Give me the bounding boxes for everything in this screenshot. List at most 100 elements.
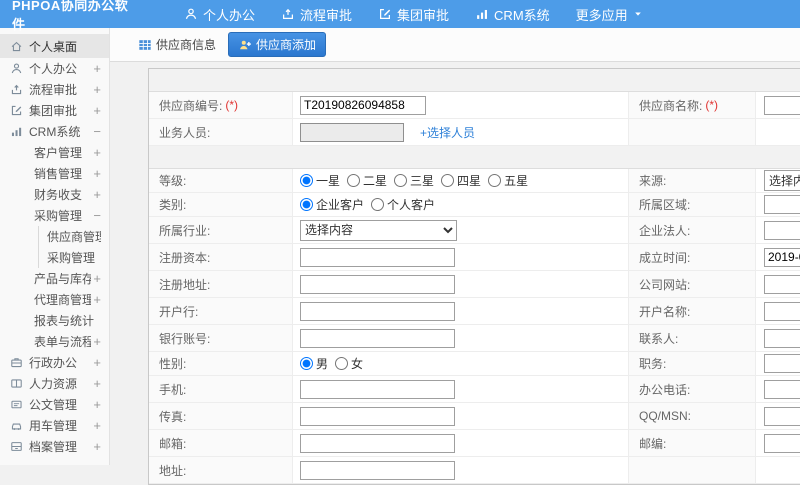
postcode-input[interactable] — [764, 434, 800, 453]
address-input[interactable] — [300, 461, 455, 480]
collapse-minus-icon[interactable]: − — [93, 124, 101, 139]
sidebar-item-0[interactable]: 个人桌面 — [0, 34, 109, 58]
expand-plus-icon[interactable]: + — [93, 271, 101, 286]
sidebar-item-17[interactable]: 公文管理+ — [0, 394, 109, 415]
nav-item-4[interactable]: 更多应用 — [576, 5, 643, 24]
sidebar-item-6[interactable]: 销售管理+ — [0, 163, 109, 184]
grade-radio-3[interactable]: 四星 — [441, 172, 481, 189]
sidebar-item-18[interactable]: 用车管理+ — [0, 415, 109, 436]
sidebar-item-13[interactable]: 报表与统计 — [0, 310, 109, 331]
contact-input[interactable] — [764, 329, 800, 348]
expand-plus-icon[interactable]: + — [93, 61, 101, 76]
expand-plus-icon[interactable]: + — [93, 334, 101, 349]
sidebar-item-9[interactable]: 供应商管理 — [38, 226, 109, 247]
nav-item-label: 集团审批 — [397, 5, 449, 24]
sidebar-item-7[interactable]: 财务收支+ — [0, 184, 109, 205]
expand-plus-icon[interactable]: + — [93, 145, 101, 160]
sidebar-item-11[interactable]: 产品与库存+ — [0, 268, 109, 289]
registered-capital-input[interactable] — [300, 248, 455, 267]
tab-0[interactable]: 供应商信息 — [134, 33, 220, 56]
nav-item-3[interactable]: CRM系统 — [475, 5, 550, 24]
sidebar-item-16[interactable]: 人力资源+ — [0, 373, 109, 394]
grade-radio-input[interactable] — [394, 174, 407, 187]
sidebar-item-8[interactable]: 采购管理− — [0, 205, 109, 226]
sidebar-item-label: CRM系统 — [29, 123, 91, 140]
office-phone-input[interactable] — [764, 380, 800, 399]
grade-radio-4[interactable]: 五星 — [488, 172, 528, 189]
position-input[interactable] — [764, 354, 800, 373]
expand-plus-icon[interactable]: + — [93, 355, 101, 370]
gender-radio-input[interactable] — [335, 357, 348, 370]
grade-radio-input[interactable] — [347, 174, 360, 187]
bank-input[interactable] — [300, 302, 455, 321]
industry-select[interactable]: 选择内容 — [300, 220, 457, 241]
legal-person-input[interactable] — [764, 221, 800, 240]
tab-1[interactable]: 供应商添加 — [228, 32, 326, 57]
category-radio-1[interactable]: 个人客户 — [371, 196, 435, 213]
expand-plus-icon[interactable]: + — [93, 82, 101, 97]
expand-plus-icon[interactable]: + — [93, 166, 101, 181]
gender-radio-1[interactable]: 女 — [335, 355, 363, 372]
bank-account-input[interactable] — [300, 329, 455, 348]
section-header — [149, 146, 800, 169]
supplier-code-input[interactable] — [300, 96, 426, 115]
sidebar-item-10[interactable]: 采购管理 — [38, 247, 109, 268]
radio-label: 二星 — [363, 172, 387, 189]
grade-radio-input[interactable] — [488, 174, 501, 187]
founding-date-input[interactable] — [764, 248, 800, 267]
category-radio-input[interactable] — [300, 198, 313, 211]
expand-plus-icon[interactable]: + — [93, 187, 101, 202]
select-staff-link[interactable]: +选择人员 — [420, 124, 475, 141]
sidebar-item-4[interactable]: CRM系统− — [0, 121, 109, 142]
email-input[interactable] — [300, 434, 455, 453]
field-label-text: 传真: — [159, 408, 186, 425]
sidebar-item-1[interactable]: 个人办公+ — [0, 58, 109, 79]
sidebar-item-12[interactable]: 代理商管理+ — [0, 289, 109, 310]
grade-radio-1[interactable]: 二星 — [347, 172, 387, 189]
flow-icon — [281, 7, 295, 21]
website-input[interactable] — [764, 275, 800, 294]
field-label-text: 供应商名称: — [639, 97, 702, 114]
registered-address-input[interactable] — [300, 275, 455, 294]
category-radio-0[interactable]: 企业客户 — [300, 196, 364, 213]
nav-item-0[interactable]: 个人办公 — [184, 5, 255, 24]
sidebar-item-14[interactable]: 表单与流程设置+ — [0, 331, 109, 352]
supplier-name-input[interactable] — [764, 96, 800, 115]
grade-radio-0[interactable]: 一星 — [300, 172, 340, 189]
expand-plus-icon[interactable]: + — [93, 376, 101, 391]
field-label: 邮编: — [629, 430, 756, 456]
gender-radio-input[interactable] — [300, 357, 313, 370]
expand-plus-icon[interactable]: + — [93, 103, 101, 118]
grade-radio-input[interactable] — [300, 174, 313, 187]
region-input[interactable] — [764, 195, 800, 214]
staff-input[interactable] — [300, 123, 404, 142]
hamburger-icon[interactable] — [140, 3, 162, 25]
nav-item-1[interactable]: 流程审批 — [281, 5, 352, 24]
grade-radio-2[interactable]: 三星 — [394, 172, 434, 189]
expand-plus-icon[interactable]: + — [93, 292, 101, 307]
sidebar-item-15[interactable]: 行政办公+ — [0, 352, 109, 373]
mobile-input[interactable] — [300, 380, 455, 399]
source-select[interactable]: 选择内容 — [764, 170, 800, 191]
expand-plus-icon[interactable]: + — [93, 439, 101, 454]
app-logo: PHPOA协同办公软件 — [0, 0, 140, 33]
sidebar-item-5[interactable]: 客户管理+ — [0, 142, 109, 163]
fax-input[interactable] — [300, 407, 455, 426]
form-row: 类别:企业客户个人客户所属区域: — [149, 193, 800, 217]
field-value-cell — [756, 244, 800, 270]
sidebar-item-3[interactable]: 集团审批+ — [0, 100, 109, 121]
field-value-cell: 一星 二星三星 四星五星 — [293, 169, 629, 192]
collapse-minus-icon[interactable]: − — [93, 208, 101, 223]
nav-item-2[interactable]: 集团审批 — [378, 5, 449, 24]
expand-plus-icon[interactable]: + — [93, 397, 101, 412]
account-name-input[interactable] — [764, 302, 800, 321]
expand-plus-icon[interactable]: + — [93, 418, 101, 433]
category-radio-input[interactable] — [371, 198, 384, 211]
grade-radio-input[interactable] — [441, 174, 454, 187]
sidebar-item-2[interactable]: 流程审批+ — [0, 79, 109, 100]
gender-radio-0[interactable]: 男 — [300, 355, 328, 372]
qq-msn-input[interactable] — [764, 407, 800, 426]
radio-label: 四星 — [457, 172, 481, 189]
field-label: 成立时间: — [629, 244, 756, 270]
sidebar-item-19[interactable]: 档案管理+ — [0, 436, 109, 457]
